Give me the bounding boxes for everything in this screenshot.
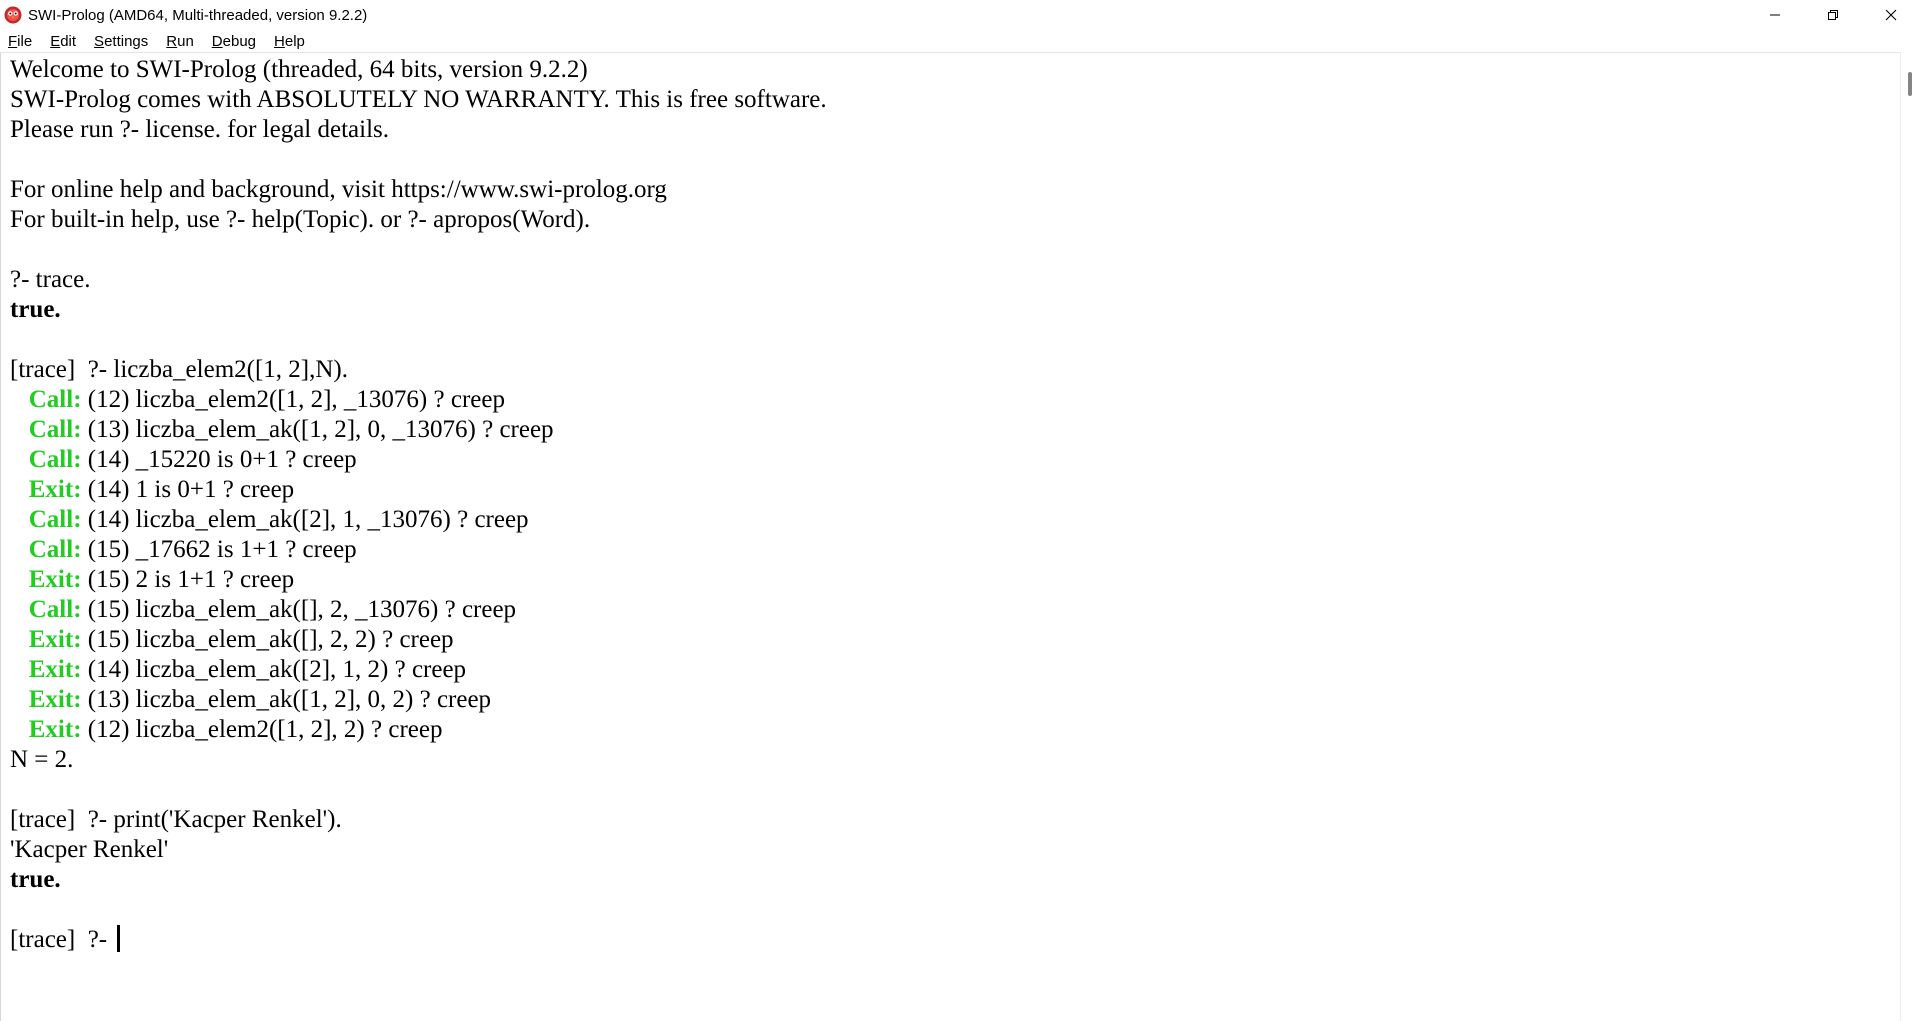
trace-port: Call: [28, 386, 82, 413]
prompt-text: [trace] ?- [10, 926, 114, 953]
trace-line: Call: (12) liczba_elem2([1, 2], _13076) … [10, 385, 827, 415]
query-liczba-line: [trace] ?- liczba_elem2([1, 2],N). [10, 356, 349, 383]
close-button[interactable] [1862, 0, 1920, 30]
trace-line: Call: (13) liczba_elem_ak([1, 2], 0, _13… [10, 415, 827, 445]
trace-line: Exit: (12) liczba_elem2([1, 2], 2) ? cre… [10, 715, 827, 745]
swi-prolog-window: SWI-Prolog (AMD64, Multi-threaded, versi… [0, 0, 1920, 1021]
title-bar[interactable]: SWI-Prolog (AMD64, Multi-threaded, versi… [0, 0, 1920, 30]
trace-line: Call: (15) _17662 is 1+1 ? creep [10, 535, 827, 565]
answer-line: N = 2. [10, 746, 74, 773]
menu-settings[interactable]: Settings [86, 33, 156, 50]
trace-port: Exit: [28, 716, 82, 743]
trace-port: Call: [28, 536, 82, 563]
menu-file[interactable]: File [0, 33, 40, 50]
swi-prolog-owl-icon [4, 6, 22, 24]
trace-line: Call: (15) liczba_elem_ak([], 2, _13076)… [10, 595, 827, 625]
trace-goal: (15) liczba_elem_ak([], 2, 2) ? creep [81, 626, 454, 653]
trace-port: Exit: [28, 476, 82, 503]
online-help-line: For online help and background, visit ht… [10, 176, 667, 203]
trace-goal: (13) liczba_elem_ak([1, 2], 0, 2) ? cree… [81, 686, 492, 713]
close-icon [1885, 9, 1897, 21]
trace-goal: (15) _17662 is 1+1 ? creep [81, 536, 357, 563]
minimize-button[interactable] [1746, 0, 1804, 30]
trace-line: Exit: (14) liczba_elem_ak([2], 1, 2) ? c… [10, 655, 827, 685]
menu-bar: File Edit Settings Run Debug Help [0, 30, 1920, 52]
console-lines: Welcome to SWI-Prolog (threaded, 64 bits… [10, 55, 827, 955]
trace-goal: (14) liczba_elem_ak([2], 1, _13076) ? cr… [81, 506, 529, 533]
trace-port: Call: [28, 446, 82, 473]
print-output-line: 'Kacper Renkel' [10, 836, 169, 863]
trace-goal: (12) liczba_elem2([1, 2], _13076) ? cree… [81, 386, 505, 413]
trace-line: Exit: (13) liczba_elem_ak([1, 2], 0, 2) … [10, 685, 827, 715]
vertical-scrollbar[interactable] [1900, 52, 1920, 1021]
query-trace-line: ?- trace. [10, 266, 91, 293]
trace-port: Call: [28, 416, 82, 443]
trace-goal: (12) liczba_elem2([1, 2], 2) ? creep [81, 716, 443, 743]
menu-debug[interactable]: Debug [204, 33, 264, 50]
console-output[interactable]: Welcome to SWI-Prolog (threaded, 64 bits… [0, 52, 1900, 1021]
trace-goal: (14) _15220 is 0+1 ? creep [81, 446, 357, 473]
input-prompt-line[interactable]: [trace] ?- [10, 925, 827, 955]
window-title: SWI-Prolog (AMD64, Multi-threaded, versi… [28, 6, 368, 24]
menu-help[interactable]: Help [266, 33, 313, 50]
query-print-line: [trace] ?- print('Kacper Renkel'). [10, 806, 342, 833]
trace-goal: (15) liczba_elem_ak([], 2, _13076) ? cre… [81, 596, 517, 623]
welcome-line: Welcome to SWI-Prolog (threaded, 64 bits… [10, 56, 588, 83]
menu-run[interactable]: Run [158, 33, 202, 50]
query-result-line: true. [10, 296, 61, 323]
trace-port: Exit: [28, 656, 82, 683]
trace-goal: (14) 1 is 0+1 ? creep [81, 476, 295, 503]
builtin-help-line: For built-in help, use ?- help(Topic). o… [10, 206, 591, 233]
trace-line: Exit: (14) 1 is 0+1 ? creep [10, 475, 827, 505]
restore-icon [1828, 10, 1838, 20]
trace-line: Exit: (15) liczba_elem_ak([], 2, 2) ? cr… [10, 625, 827, 655]
trace-line: Call: (14) _15220 is 0+1 ? creep [10, 445, 827, 475]
trace-port: Exit: [28, 626, 82, 653]
restore-button[interactable] [1804, 0, 1862, 30]
minimize-icon [1770, 14, 1780, 16]
text-cursor [117, 925, 121, 952]
trace-line: Exit: (15) 2 is 1+1 ? creep [10, 565, 827, 595]
trace-goal: (14) liczba_elem_ak([2], 1, 2) ? creep [81, 656, 467, 683]
scrollbar-thumb[interactable] [1908, 72, 1912, 96]
trace-port: Call: [28, 506, 82, 533]
trace-port: Exit: [28, 686, 82, 713]
window-controls [1746, 0, 1920, 30]
trace-goal: (13) liczba_elem_ak([1, 2], 0, _13076) ?… [81, 416, 554, 443]
menu-edit[interactable]: Edit [42, 33, 84, 50]
license-line: Please run ?- license. for legal details… [10, 116, 390, 143]
trace-goal: (15) 2 is 1+1 ? creep [81, 566, 295, 593]
trace-port: Exit: [28, 566, 82, 593]
trace-line: Call: (14) liczba_elem_ak([2], 1, _13076… [10, 505, 827, 535]
trace-port: Call: [28, 596, 82, 623]
warranty-line: SWI-Prolog comes with ABSOLUTELY NO WARR… [10, 86, 827, 113]
query-result-line: true. [10, 866, 61, 893]
